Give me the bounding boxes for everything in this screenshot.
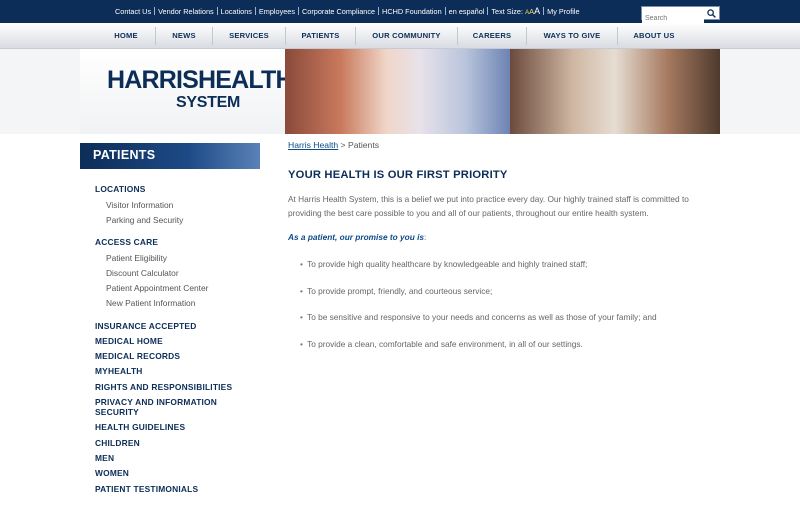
sidebar-item-men[interactable]: MEN (95, 453, 255, 463)
breadcrumb: Harris Health > Patients (288, 140, 379, 150)
intro-paragraph: At Harris Health System, this is a belie… (288, 194, 689, 218)
breadcrumb-current: Patients (347, 140, 380, 150)
utility-bar: Contact Us Vendor Relations Locations Emplo… (0, 0, 800, 25)
sidebar-item-women[interactable]: WOMEN (95, 468, 255, 478)
sidebar-item-children[interactable]: CHILDREN (95, 438, 255, 448)
nav-patients[interactable]: PATIENTS (286, 23, 355, 49)
list-item: • To provide prompt, friendly, and court… (300, 286, 493, 296)
divider (154, 7, 156, 15)
utility-links: Contact Us Vendor Relations Locations Emplo… (115, 6, 580, 16)
list-item: • To be sensitive and responsive to your… (300, 312, 657, 322)
my-profile-link[interactable]: My Profile (547, 7, 579, 16)
main-nav: HOME NEWS SERVICES PATIENTS OUR COMMUNIT… (0, 23, 800, 49)
text-size-label: Text Size: (491, 7, 524, 16)
list-item: • To provide a clean, comfortable and sa… (300, 339, 583, 349)
locations-link[interactable]: Locations (221, 7, 252, 16)
sidebar-item-access-care[interactable]: ACCESS CARE (95, 237, 255, 247)
corporate-compliance-link[interactable]: Corporate Compliance (302, 7, 375, 16)
nav-ways-to-give[interactable]: WAYS TO GIVE (527, 23, 617, 49)
banner: HARRISHEALTH SYSTEM (80, 49, 720, 134)
sidebar-item-medical-records[interactable]: MEDICAL RECORDS (95, 351, 255, 361)
list-item-text: To provide prompt, friendly, and courteo… (307, 286, 493, 296)
sidebar-item-rights[interactable]: RIGHTS AND RESPONSIBILITIES (95, 382, 255, 392)
logo-wordmark: HARRISHEALTH (107, 66, 294, 94)
sidebar-item-myhealth[interactable]: MYHEALTH (95, 366, 255, 376)
logo[interactable]: HARRISHEALTH SYSTEM (80, 49, 294, 134)
promise-label: As a patient, our promise to you is (288, 232, 424, 242)
promise-colon: : (424, 232, 427, 242)
list-item-text: To provide high quality healthcare by kn… (307, 259, 588, 269)
breadcrumb-separator: > (340, 140, 346, 150)
nav-home[interactable]: HOME (98, 23, 154, 49)
banner-photo-newborn (285, 49, 510, 134)
sidebar-item-insurance-accepted[interactable]: INSURANCE ACCEPTED (95, 321, 255, 331)
breadcrumb-home-link[interactable]: Harris Health (288, 140, 338, 150)
list-item-text: To provide a clean, comfortable and safe… (307, 339, 583, 349)
divider (378, 7, 380, 15)
search-box (641, 6, 720, 25)
page-title: YOUR HEALTH IS OUR FIRST PRIORITY (288, 169, 508, 181)
promise-heading: As a patient, our promise to you is: (288, 232, 426, 242)
banner-photo-patients (510, 49, 720, 134)
nav-services[interactable]: SERVICES (213, 23, 285, 49)
sidebar-item-health-guidelines[interactable]: HEALTH GUIDELINES (95, 422, 255, 432)
sidebar-title: PATIENTS (80, 143, 260, 169)
contact-us-link[interactable]: Contact Us (115, 7, 151, 16)
nav-careers[interactable]: CAREERS (458, 23, 526, 49)
sidebar-item-testimonials[interactable]: PATIENT TESTIMONIALS (95, 484, 255, 494)
sidebar-item-privacy[interactable]: PRIVACY AND INFORMATION SECURITY (95, 397, 235, 417)
divider (298, 7, 300, 15)
sidebar: PATIENTS LOCATIONS Visitor Information P… (80, 143, 260, 494)
sidebar-item-appointment-center[interactable]: Patient Appointment Center (106, 283, 208, 293)
sidebar-item-new-patient-info[interactable]: New Patient Information (106, 298, 195, 308)
divider (216, 7, 218, 15)
sidebar-item-patient-eligibility[interactable]: Patient Eligibility (106, 253, 167, 263)
vendor-relations-link[interactable]: Vendor Relations (158, 7, 214, 16)
search-icon[interactable] (707, 9, 716, 18)
divider (543, 7, 545, 15)
divider (254, 7, 256, 15)
list-item-text: To be sensitive and responsive to your n… (307, 312, 657, 322)
logo-subtitle: SYSTEM (176, 94, 240, 111)
sidebar-item-locations[interactable]: LOCATIONS (95, 184, 255, 194)
spanish-link[interactable]: en español (449, 7, 485, 16)
divider (444, 7, 446, 15)
employees-link[interactable]: Employees (259, 7, 295, 16)
sidebar-item-medical-home[interactable]: MEDICAL HOME (95, 336, 255, 346)
divider (487, 7, 489, 15)
nav-about-us[interactable]: ABOUT US (618, 23, 690, 49)
nav-our-community[interactable]: OUR COMMUNITY (356, 23, 457, 49)
sidebar-item-discount-calculator[interactable]: Discount Calculator (106, 268, 179, 278)
hchd-foundation-link[interactable]: HCHD Foundation (382, 7, 442, 16)
text-size-large-button[interactable]: A (534, 6, 540, 16)
sidebar-item-visitor-information[interactable]: Visitor Information (106, 200, 173, 210)
nav-news[interactable]: NEWS (156, 23, 212, 49)
sidebar-item-parking-security[interactable]: Parking and Security (106, 215, 183, 225)
list-item: • To provide high quality healthcare by … (300, 259, 588, 269)
